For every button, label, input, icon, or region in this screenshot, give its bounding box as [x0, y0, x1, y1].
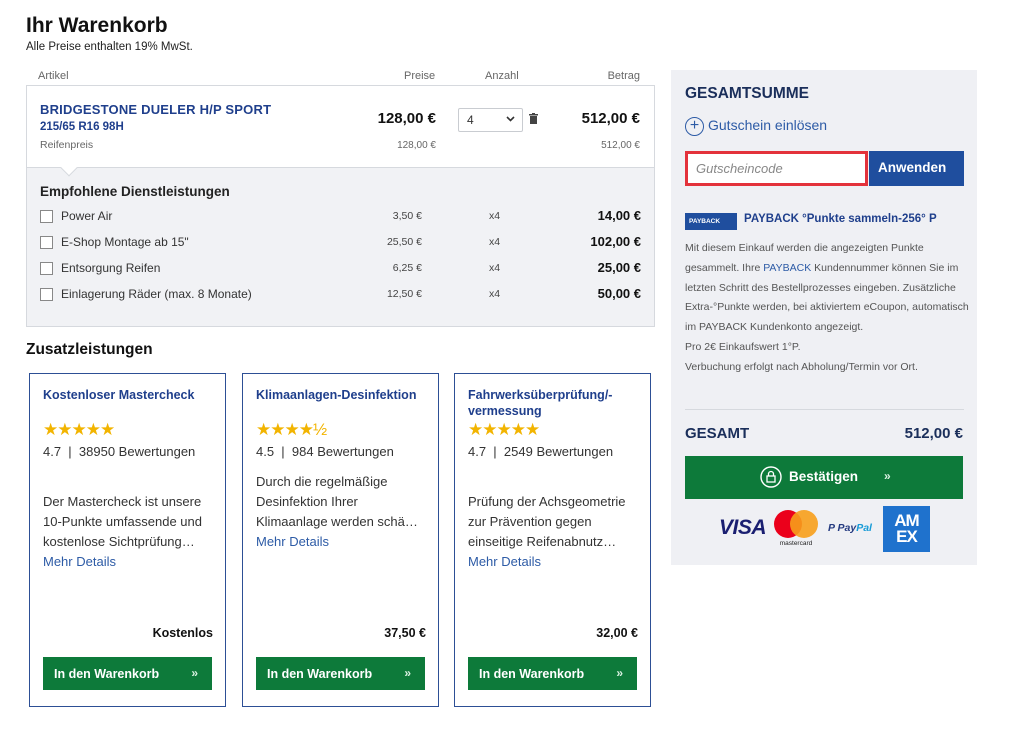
extra-service-card: Kostenloser Mastercheck ★★★★★ 4.7 | 3895…	[29, 373, 226, 707]
service-row: Power Air 3,50 € x4 14,00 €	[40, 208, 641, 226]
service-price: 6,25 €	[392, 262, 422, 274]
card-rating: 4.7 | 2549 Bewertungen	[468, 444, 614, 459]
add-to-cart-button[interactable]: In den Warenkorb»	[43, 657, 212, 690]
extra-service-card: Fahrwerksüberprüfung/-vermessung ★★★★★ 4…	[454, 373, 651, 707]
card-description: Prüfung der Achsgeometrie zur Prävention…	[468, 494, 626, 569]
double-chevron-right-icon: »	[616, 666, 623, 680]
quantity-select[interactable]: 4	[458, 108, 523, 132]
service-name: Entsorgung Reifen	[61, 261, 161, 275]
divider	[685, 409, 964, 410]
service-qty: x4	[489, 288, 501, 300]
mastercard-logo: mastercard	[770, 510, 822, 550]
payback-info-text: Mit diesem Einkauf werden die angezeigte…	[685, 242, 969, 373]
service-total: 25,00 €	[597, 260, 641, 275]
more-details-link[interactable]: Mehr Details	[468, 554, 541, 569]
amex-logo: AM EX	[883, 506, 930, 552]
total-label: GESAMT	[685, 425, 750, 442]
add-to-cart-button[interactable]: In den Warenkorb»	[256, 657, 425, 690]
extra-service-card: Klimaanlagen-Desinfektion ★★★★½ 4.5 | 98…	[242, 373, 439, 707]
service-row: E-Shop Montage ab 15" 25,50 € x4 102,00 …	[40, 234, 641, 252]
service-checkbox[interactable]	[40, 210, 53, 223]
confirm-button[interactable]: Bestätigen »	[685, 456, 963, 499]
service-checkbox[interactable]	[40, 288, 53, 301]
card-price: Kostenlos	[152, 626, 213, 640]
add-to-cart-button[interactable]: In den Warenkorb»	[468, 657, 637, 690]
card-rating: 4.7 | 38950 Bewertungen	[43, 444, 196, 459]
double-chevron-right-icon: »	[404, 666, 411, 680]
order-summary-panel: GESAMTSUMME + Gutschein einlösen Gutschei…	[671, 70, 977, 565]
redeem-voucher-link[interactable]: + Gutschein einlösen	[685, 117, 827, 136]
apply-voucher-button[interactable]: Anwenden	[869, 151, 964, 186]
line-total: 512,00 €	[581, 110, 640, 127]
star-rating-icon: ★★★★½	[256, 420, 327, 439]
quantity-value: 4	[467, 113, 474, 127]
star-rating-icon: ★★★★★	[43, 420, 115, 439]
star-rating-icon: ★★★★★	[468, 420, 540, 439]
product-subtitle: Reifenpreis	[40, 139, 94, 151]
voucher-code-input[interactable]: Gutscheincode	[685, 151, 868, 186]
vat-note: Alle Preise enthalten 19% MwSt.	[26, 41, 193, 53]
service-name: Power Air	[61, 209, 113, 223]
product-name[interactable]: BRIDGESTONE DUELER H/P SPORT	[40, 102, 271, 117]
card-title[interactable]: Klimaanlagen-Desinfektion	[256, 387, 431, 403]
extras-title: Zusatzleistungen	[26, 341, 153, 358]
col-quantity: Anzahl	[485, 70, 519, 82]
services-title: Empfohlene Dienstleistungen	[40, 184, 230, 199]
service-total: 102,00 €	[590, 234, 641, 249]
summary-title: GESAMTSUMME	[685, 85, 809, 102]
unit-price: 128,00 €	[377, 110, 436, 127]
service-price: 3,50 €	[392, 210, 422, 222]
card-price: 37,50 €	[384, 626, 426, 640]
card-title[interactable]: Kostenloser Mastercheck	[43, 387, 218, 403]
service-qty: x4	[489, 210, 501, 222]
service-price: 12,50 €	[386, 288, 422, 300]
total-value: 512,00 €	[904, 425, 963, 442]
service-qty: x4	[489, 262, 501, 274]
service-row: Entsorgung Reifen 6,25 € x4 25,00 €	[40, 260, 641, 278]
card-title[interactable]: Fahrwerksüberprüfung/-vermessung	[468, 387, 643, 419]
card-description: Der Mastercheck ist unsere 10-Punkte umf…	[43, 494, 202, 569]
service-name: Einlagerung Räder (max. 8 Monate)	[61, 287, 252, 301]
service-total: 50,00 €	[597, 286, 641, 301]
line-total-sub: 512,00 €	[601, 140, 640, 151]
product-row: BRIDGESTONE DUELER H/P SPORT 215/65 R16 …	[27, 86, 654, 168]
service-name: E-Shop Montage ab 15"	[61, 235, 189, 249]
trash-icon[interactable]	[529, 113, 538, 124]
card-rating: 4.5 | 984 Bewertungen	[256, 444, 394, 459]
product-size: 215/65 R16 98H	[40, 121, 124, 133]
visa-logo: VISA	[719, 516, 767, 539]
cart-table: BRIDGESTONE DUELER H/P SPORT 215/65 R16 …	[26, 85, 655, 327]
double-chevron-right-icon: »	[884, 469, 891, 483]
service-row: Einlagerung Räder (max. 8 Monate) 12,50 …	[40, 286, 641, 304]
service-total: 14,00 €	[597, 208, 641, 223]
col-article: Artikel	[38, 70, 69, 82]
card-description: Durch die regelmäßige Desinfektion Ihrer…	[256, 474, 418, 549]
unit-price-sub: 128,00 €	[397, 140, 436, 151]
more-details-link[interactable]: Mehr Details	[256, 534, 329, 549]
payback-title: PAYBACK °Punkte sammeln-256° P	[744, 213, 937, 225]
plus-circle-icon: +	[685, 117, 704, 136]
service-checkbox[interactable]	[40, 262, 53, 275]
paypal-logo: P PayPal	[828, 522, 872, 534]
service-checkbox[interactable]	[40, 236, 53, 249]
cart-column-headers: Artikel Preise Anzahl Betrag	[26, 70, 654, 86]
card-price: 32,00 €	[596, 626, 638, 640]
payback-logo: PAYBACK	[685, 213, 737, 230]
col-amount: Betrag	[607, 70, 640, 82]
chevron-down-icon	[506, 112, 515, 129]
service-qty: x4	[489, 236, 501, 248]
col-prices: Preise	[404, 70, 436, 82]
double-chevron-right-icon: »	[191, 666, 198, 680]
lock-icon	[760, 466, 782, 488]
service-price: 25,50 €	[386, 236, 422, 248]
page-title: Ihr Warenkorb	[26, 14, 168, 37]
more-details-link[interactable]: Mehr Details	[43, 554, 116, 569]
